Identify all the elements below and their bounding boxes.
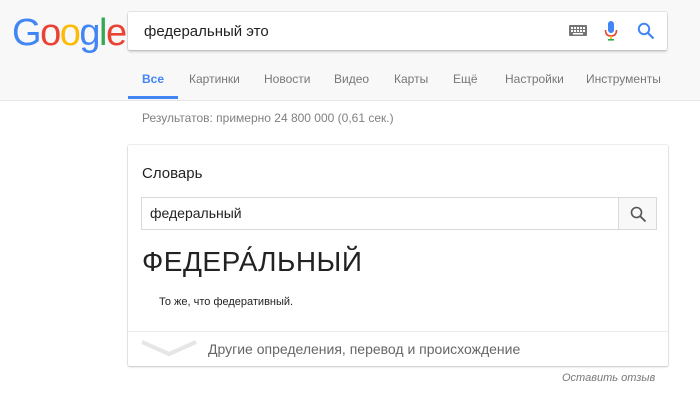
logo-letter: l — [98, 12, 107, 54]
tab-more[interactable]: Ещё — [453, 60, 478, 98]
dictionary-definition: То же, что федеративный. — [159, 296, 294, 308]
dictionary-title: Словарь — [142, 165, 203, 182]
header: Google Все Картинки Новости Видео — [0, 0, 700, 101]
search-icon — [630, 206, 647, 223]
chevron-down-icon — [141, 340, 197, 357]
feedback-link[interactable]: Оставить отзыв — [562, 372, 655, 384]
result-stats: Результатов: примерно 24 800 000 (0,61 с… — [142, 111, 394, 125]
logo-letter: o — [59, 12, 81, 54]
tab-images[interactable]: Картинки — [189, 60, 240, 98]
tab-maps[interactable]: Карты — [394, 60, 428, 98]
dictionary-headword: ФЕДЕРА́ЛЬНЫЙ — [142, 246, 363, 277]
dictionary-input[interactable]: федеральный — [141, 197, 618, 230]
tab-video[interactable]: Видео — [334, 60, 369, 98]
more-definitions-link[interactable]: Другие определения, перевод и происхожде… — [128, 332, 668, 366]
dictionary-search: федеральный — [141, 197, 668, 230]
dictionary-input-value: федеральный — [150, 205, 242, 221]
tab-settings[interactable]: Настройки — [505, 60, 564, 98]
search-icon[interactable] — [637, 22, 655, 40]
more-definitions-label: Другие определения, перевод и происхожде… — [208, 341, 521, 357]
tab-news[interactable]: Новости — [264, 60, 310, 98]
tab-all[interactable]: Все — [128, 60, 179, 99]
search-box — [128, 12, 667, 52]
keyboard-icon[interactable] — [569, 25, 587, 36]
logo-letter: o — [40, 12, 61, 54]
logo-letter: g — [79, 12, 100, 54]
microphone-icon[interactable] — [604, 21, 618, 41]
tab-tools[interactable]: Инструменты — [586, 60, 661, 98]
google-logo[interactable]: Google — [12, 11, 127, 55]
dictionary-card: Словарь федеральный ФЕДЕРА́ЛЬНЫЙ То же, … — [128, 145, 668, 366]
logo-letter: G — [12, 12, 42, 54]
search-input[interactable] — [142, 12, 546, 52]
logo-letter: e — [105, 12, 127, 54]
dictionary-search-button[interactable] — [618, 197, 657, 230]
